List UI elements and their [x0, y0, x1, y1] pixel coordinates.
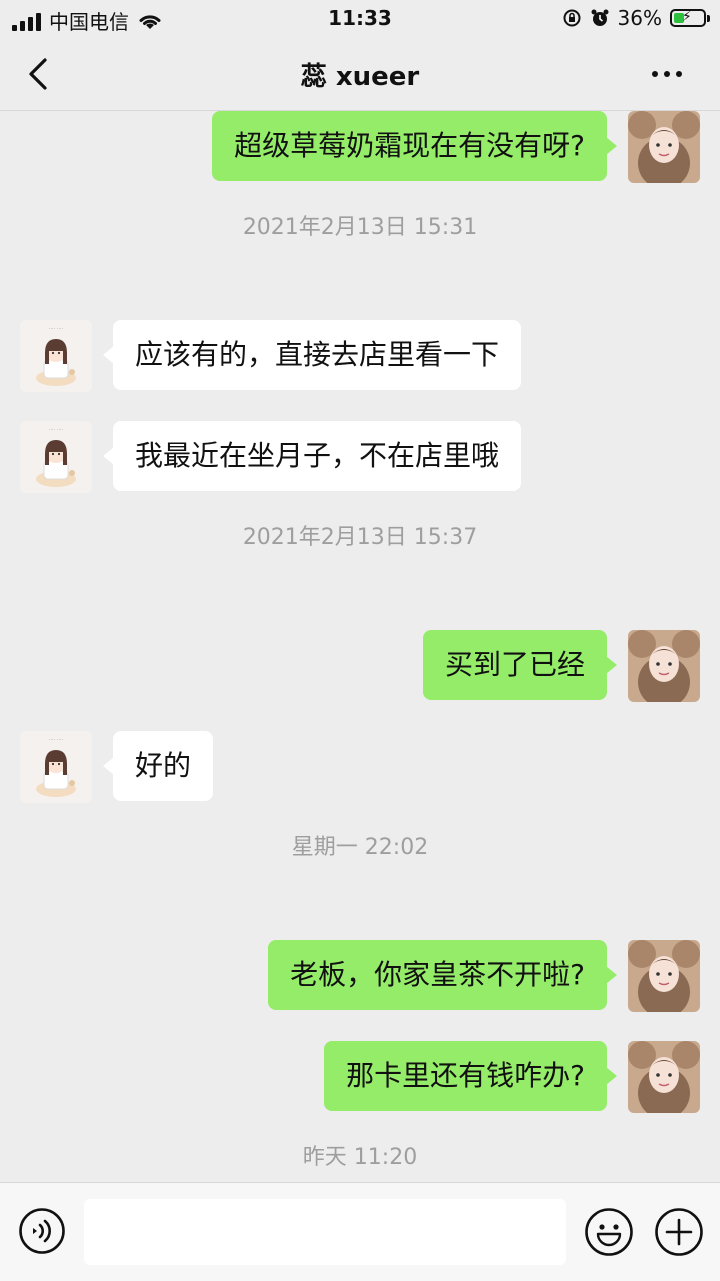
chat-title: 蕊 xueer — [300, 62, 420, 92]
my-avatar[interactable] — [628, 111, 700, 183]
nav-bar: 蕊 xueer — [0, 40, 720, 110]
contact-avatar[interactable]: ···· ···· — [20, 421, 92, 493]
svg-text:···· ····: ···· ···· — [49, 326, 64, 332]
received-message-bubble[interactable]: 应该有的，直接去店里看一下 — [102, 320, 522, 390]
svg-text:···· ····: ···· ···· — [49, 737, 64, 743]
message-input[interactable] — [84, 1199, 566, 1265]
contact-avatar[interactable]: ···· ···· — [20, 320, 92, 392]
emoji-icon[interactable] — [584, 1207, 634, 1257]
message-list[interactable]: 超级草莓奶霜现在有没有呀? 2021年2月13日 15:31 ···· ···· 应该… — [0, 111, 720, 1182]
timestamp: 星期一 22:02 — [291, 835, 429, 860]
contact-avatar[interactable]: ···· ···· — [20, 731, 92, 803]
battery-icon: ⚡ — [670, 9, 710, 27]
status-right: 36% ⚡ — [562, 6, 710, 30]
more-dots-icon[interactable] — [652, 62, 692, 86]
received-message-bubble[interactable]: 好的 — [102, 731, 214, 801]
received-message-bubble[interactable]: 我最近在坐月子，不在店里哦 — [102, 421, 522, 491]
timestamp: 昨天 11:20 — [302, 1145, 418, 1170]
svg-text:···· ····: ···· ···· — [49, 427, 64, 433]
my-avatar[interactable] — [628, 630, 700, 702]
input-bar — [0, 1182, 720, 1281]
battery-percent: 36% — [617, 6, 662, 30]
my-avatar[interactable] — [628, 940, 700, 1012]
alarm-icon — [591, 9, 609, 26]
sent-message-bubble[interactable]: 超级草莓奶霜现在有没有呀? — [212, 111, 617, 181]
status-bar: 中国电信 11:33 36% ⚡ — [0, 0, 720, 40]
voice-icon[interactable] — [18, 1207, 66, 1255]
my-avatar[interactable] — [628, 1041, 700, 1113]
timestamp: 2021年2月13日 15:37 — [242, 525, 478, 550]
timestamp: 2021年2月13日 15:31 — [242, 215, 478, 240]
sent-message-bubble[interactable]: 买到了已经 — [422, 630, 618, 700]
plus-icon[interactable] — [654, 1207, 704, 1257]
sent-message-bubble[interactable]: 那卡里还有钱咋办? — [324, 1041, 617, 1111]
orientation-lock-icon — [563, 9, 581, 27]
sent-message-bubble[interactable]: 老板，你家皇茶不开啦? — [268, 940, 617, 1010]
